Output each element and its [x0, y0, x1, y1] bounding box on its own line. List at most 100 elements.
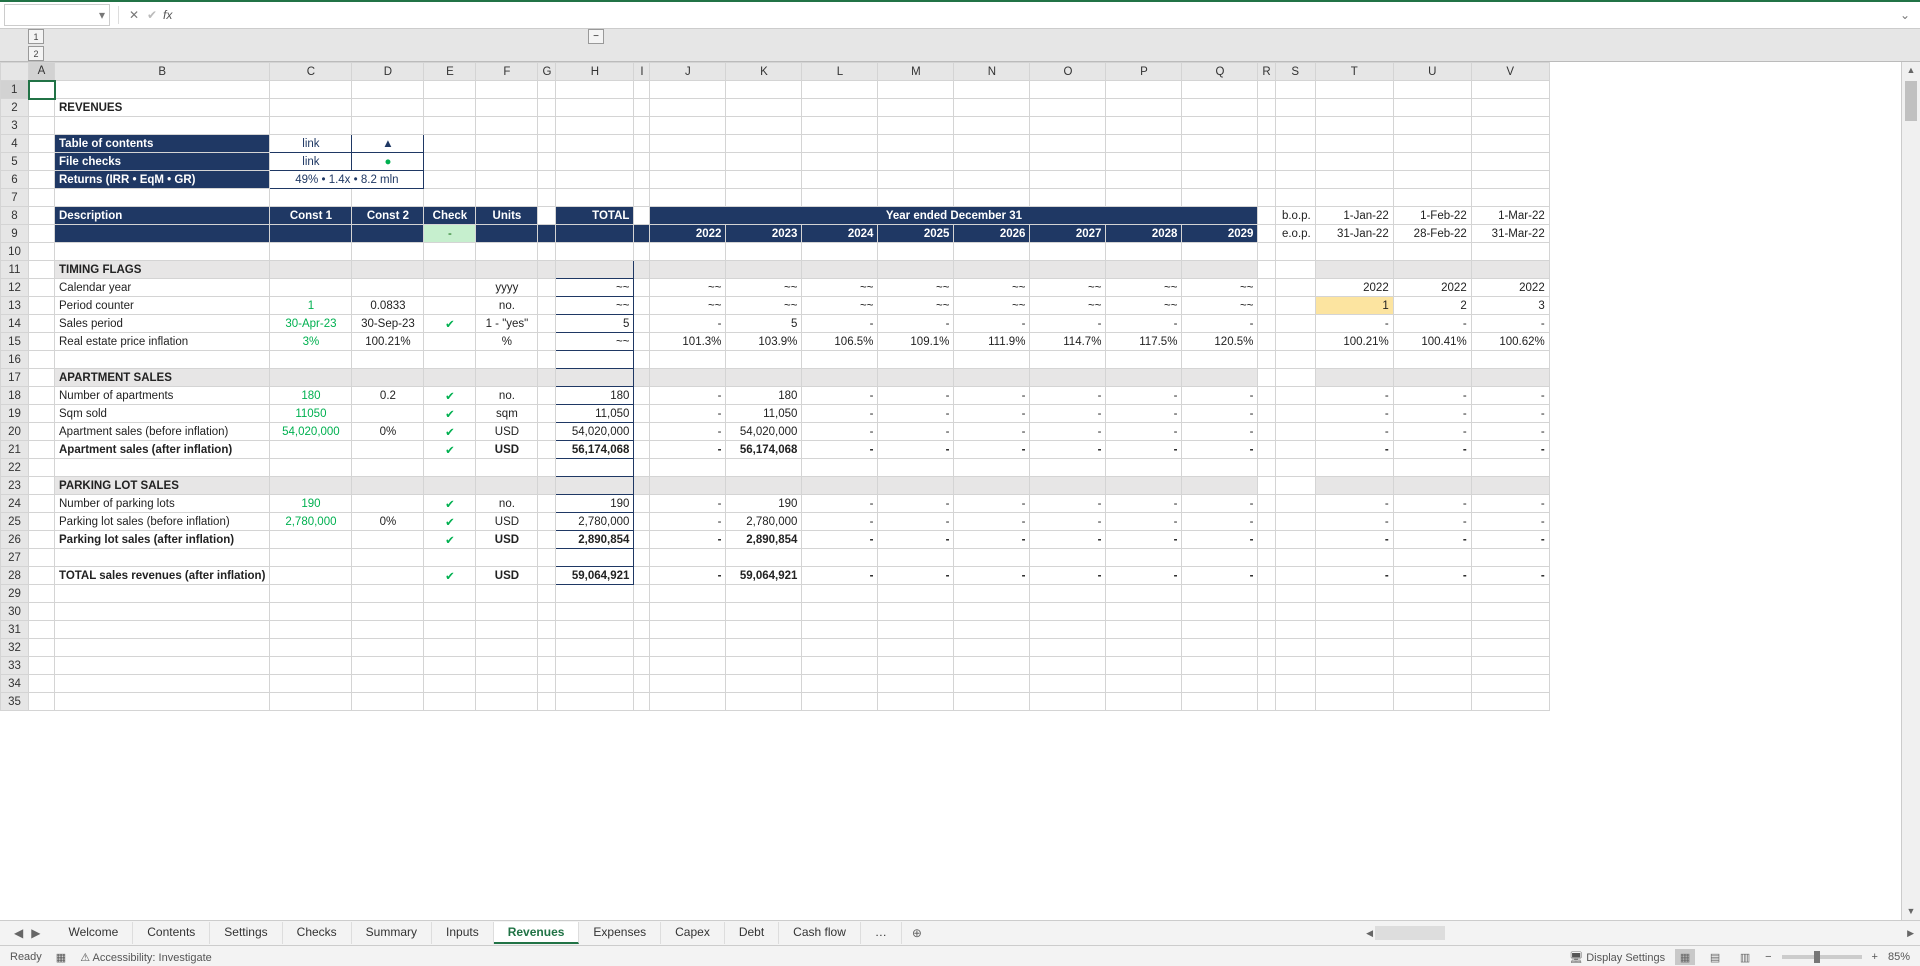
cell-E11[interactable] — [424, 261, 476, 279]
cell-F15[interactable]: % — [476, 333, 538, 351]
cell-S28[interactable] — [1275, 567, 1315, 585]
cell-M16[interactable] — [878, 351, 954, 369]
cell-V7[interactable] — [1471, 189, 1549, 207]
cell-T32[interactable] — [1315, 639, 1393, 657]
cell-J4[interactable] — [650, 135, 726, 153]
outline-collapse[interactable]: − — [588, 29, 604, 44]
cell-H1[interactable] — [556, 81, 634, 99]
cell-D1[interactable] — [352, 81, 424, 99]
outline-level-2[interactable]: 2 — [28, 46, 44, 61]
cell-M14[interactable]: - — [878, 315, 954, 333]
cell-N17[interactable] — [954, 369, 1030, 387]
cell-U23[interactable] — [1393, 477, 1471, 495]
cell-I19[interactable] — [634, 405, 650, 423]
cell-E27[interactable] — [424, 549, 476, 567]
cell-L13[interactable]: ~~ — [802, 297, 878, 315]
cell-E3[interactable] — [424, 117, 476, 135]
cell-E8[interactable]: Check — [424, 207, 476, 225]
cell-A27[interactable] — [29, 549, 55, 567]
cell-L23[interactable] — [802, 477, 878, 495]
cell-C35[interactable] — [270, 693, 352, 711]
cell-T17[interactable] — [1315, 369, 1393, 387]
cell-L7[interactable] — [802, 189, 878, 207]
cell-H7[interactable] — [556, 189, 634, 207]
cell-A22[interactable] — [29, 459, 55, 477]
cell-Q16[interactable] — [1182, 351, 1258, 369]
cell-H28[interactable]: 59,064,921 — [556, 567, 634, 585]
cell-D18[interactable]: 0.2 — [352, 387, 424, 405]
cell-F12[interactable]: yyyy — [476, 279, 538, 297]
row-header-35[interactable]: 35 — [1, 693, 29, 711]
cell-S5[interactable] — [1275, 153, 1315, 171]
cell-M3[interactable] — [878, 117, 954, 135]
cell-G22[interactable] — [538, 459, 556, 477]
cell-K29[interactable] — [726, 585, 802, 603]
cell-O5[interactable] — [1030, 153, 1106, 171]
cell-C6[interactable]: 49% • 1.4x • 8.2 mln — [270, 171, 424, 189]
cell-K21[interactable]: 56,174,068 — [726, 441, 802, 459]
cell-I26[interactable] — [634, 531, 650, 549]
cell-L33[interactable] — [802, 657, 878, 675]
col-header-M[interactable]: M — [878, 63, 954, 81]
cell-A29[interactable] — [29, 585, 55, 603]
row-header-10[interactable]: 10 — [1, 243, 29, 261]
cell-K1[interactable] — [726, 81, 802, 99]
cell-F5[interactable] — [476, 153, 538, 171]
cell-V30[interactable] — [1471, 603, 1549, 621]
cell-D13[interactable]: 0.0833 — [352, 297, 424, 315]
cell-A33[interactable] — [29, 657, 55, 675]
cell-V31[interactable] — [1471, 621, 1549, 639]
cell-K9[interactable]: 2023 — [726, 225, 802, 243]
cell-A4[interactable] — [29, 135, 55, 153]
cell-L18[interactable]: - — [802, 387, 878, 405]
cell-R19[interactable] — [1258, 405, 1275, 423]
cell-H33[interactable] — [556, 657, 634, 675]
cell-C1[interactable] — [270, 81, 352, 99]
cell-T11[interactable] — [1315, 261, 1393, 279]
cell-V12[interactable]: 2022 — [1471, 279, 1549, 297]
cell-F14[interactable]: 1 - "yes" — [476, 315, 538, 333]
cell-R5[interactable] — [1258, 153, 1275, 171]
cell-V27[interactable] — [1471, 549, 1549, 567]
cell-F3[interactable] — [476, 117, 538, 135]
cell-G17[interactable] — [538, 369, 556, 387]
cell-O4[interactable] — [1030, 135, 1106, 153]
cell-E20[interactable]: ✔ — [424, 423, 476, 441]
cell-R20[interactable] — [1258, 423, 1275, 441]
cell-F8[interactable]: Units — [476, 207, 538, 225]
cell-I5[interactable] — [634, 153, 650, 171]
cell-B32[interactable] — [55, 639, 270, 657]
cell-K18[interactable]: 180 — [726, 387, 802, 405]
cell-C9[interactable] — [270, 225, 352, 243]
sheet-tab-checks[interactable]: Checks — [283, 922, 352, 944]
cell-F28[interactable]: USD — [476, 567, 538, 585]
cell-P34[interactable] — [1106, 675, 1182, 693]
cell-I6[interactable] — [634, 171, 650, 189]
col-header-Q[interactable]: Q — [1182, 63, 1258, 81]
cell-Q28[interactable]: - — [1182, 567, 1258, 585]
formula-input[interactable] — [176, 4, 1890, 26]
cell-L1[interactable] — [802, 81, 878, 99]
cell-D8[interactable]: Const 2 — [352, 207, 424, 225]
sheet-tab-contents[interactable]: Contents — [133, 922, 210, 944]
cell-T20[interactable]: - — [1315, 423, 1393, 441]
cell-F29[interactable] — [476, 585, 538, 603]
cell-J14[interactable]: - — [650, 315, 726, 333]
cell-V22[interactable] — [1471, 459, 1549, 477]
col-header-A[interactable]: A — [29, 63, 55, 81]
cell-E10[interactable] — [424, 243, 476, 261]
cell-E28[interactable]: ✔ — [424, 567, 476, 585]
cell-V13[interactable]: 3 — [1471, 297, 1549, 315]
cell-A14[interactable] — [29, 315, 55, 333]
cell-M26[interactable]: - — [878, 531, 954, 549]
cell-H11[interactable] — [556, 261, 634, 279]
cell-M7[interactable] — [878, 189, 954, 207]
cell-A26[interactable] — [29, 531, 55, 549]
cell-T10[interactable] — [1315, 243, 1393, 261]
cell-J13[interactable]: ~~ — [650, 297, 726, 315]
cell-M29[interactable] — [878, 585, 954, 603]
cell-Q13[interactable]: ~~ — [1182, 297, 1258, 315]
cell-A30[interactable] — [29, 603, 55, 621]
cell-N10[interactable] — [954, 243, 1030, 261]
cell-E13[interactable] — [424, 297, 476, 315]
